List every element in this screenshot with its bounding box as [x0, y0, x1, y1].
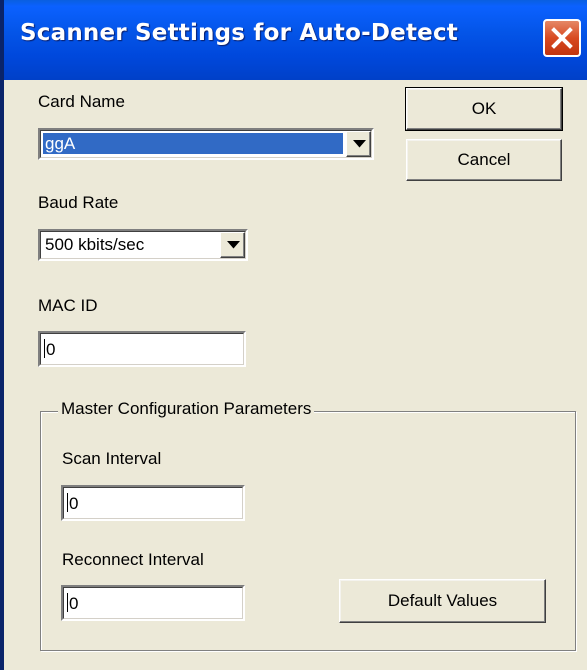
window-title: Scanner Settings for Auto-Detect	[20, 20, 458, 46]
baud-rate-label: Baud Rate	[38, 193, 119, 212]
dialog-window: Scanner Settings for Auto-Detect Card Na…	[0, 0, 587, 670]
baud-rate-dropdown-button[interactable]	[220, 232, 245, 258]
chevron-down-icon	[353, 140, 366, 148]
master-config-legend: Master Configuration Parameters	[58, 399, 315, 419]
reconnect-interval-value: 0	[69, 594, 79, 613]
scan-interval-label: Scan Interval	[62, 449, 162, 468]
mac-id-value: 0	[46, 340, 56, 359]
default-values-button[interactable]: Default Values	[339, 579, 546, 623]
mac-id-label: MAC ID	[38, 296, 98, 315]
cancel-button[interactable]: Cancel	[406, 139, 562, 181]
ok-button[interactable]: OK	[405, 87, 563, 131]
mac-id-input[interactable]: 0	[38, 331, 246, 367]
baud-rate-select[interactable]: 500 kbits/sec	[38, 229, 248, 261]
card-name-select[interactable]: ggA	[38, 128, 374, 160]
title-bar[interactable]: Scanner Settings for Auto-Detect	[4, 0, 587, 80]
card-name-value: ggA	[43, 133, 343, 154]
close-icon	[551, 27, 573, 49]
text-caret	[67, 593, 68, 612]
scan-interval-input[interactable]: 0	[61, 485, 245, 521]
card-name-label: Card Name	[38, 92, 125, 111]
close-button[interactable]	[543, 19, 581, 57]
reconnect-interval-label: Reconnect Interval	[62, 550, 204, 569]
baud-rate-value: 500 kbits/sec	[45, 235, 145, 254]
text-caret	[44, 339, 45, 358]
scan-interval-value: 0	[69, 494, 79, 513]
reconnect-interval-input[interactable]: 0	[61, 585, 245, 621]
default-values-label: Default Values	[387, 591, 498, 610]
text-caret	[67, 493, 68, 512]
ok-button-label: OK	[471, 99, 497, 118]
card-name-dropdown-button[interactable]	[346, 131, 371, 157]
chevron-down-icon	[227, 241, 240, 249]
cancel-button-label: Cancel	[457, 150, 511, 169]
